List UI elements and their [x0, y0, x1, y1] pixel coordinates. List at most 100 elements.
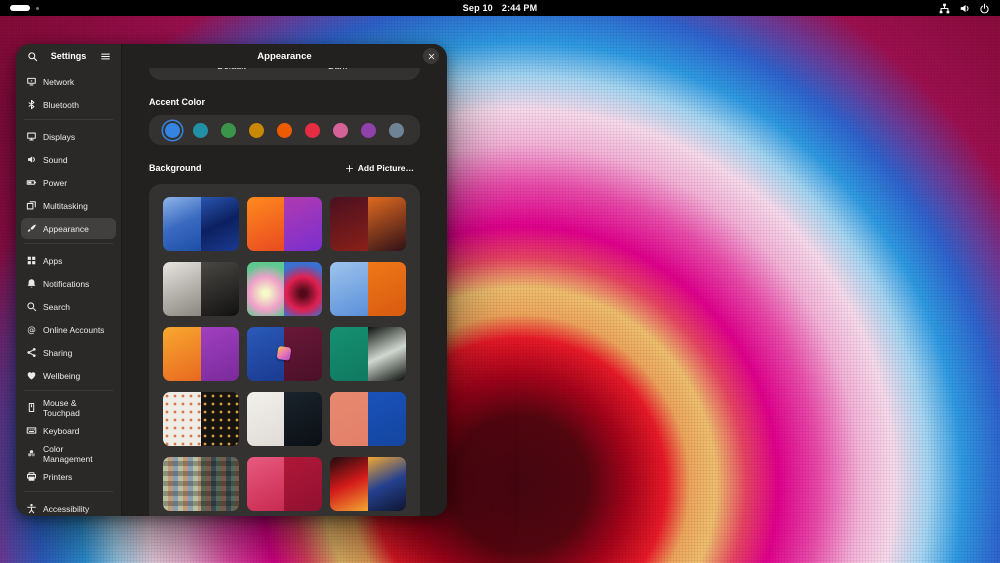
sidebar-item-online-accounts[interactable]: @Online Accounts	[21, 319, 116, 340]
accent-color-swatch-8[interactable]	[389, 123, 404, 138]
light-variant	[247, 262, 285, 316]
sidebar-item-label: Accessibility	[43, 504, 89, 514]
sidebar-item-label: Sound	[43, 155, 68, 165]
sidebar-item-mouse-touchpad[interactable]: Mouse & Touchpad	[21, 397, 116, 418]
power-icon	[26, 177, 37, 188]
accent-color-swatch-2[interactable]	[221, 123, 236, 138]
sidebar-item-sound[interactable]: Sound	[21, 149, 116, 170]
light-variant	[163, 457, 201, 511]
panel-scroll-area[interactable]: Default Dark Accent Color Background Add…	[122, 68, 447, 516]
accent-color-swatch-6[interactable]	[333, 123, 348, 138]
multitasking-icon	[26, 200, 37, 211]
printers-icon	[26, 471, 37, 482]
light-variant	[330, 262, 368, 316]
cube-graphic	[277, 346, 292, 361]
plus-icon	[345, 164, 354, 173]
wallpaper-tile-pixel-rings[interactable]	[247, 262, 323, 316]
bluetooth-icon	[26, 99, 37, 110]
style-option-label: Default	[217, 68, 246, 71]
light-variant	[163, 262, 201, 316]
wallpaper-tile-flat-salmon-blue[interactable]	[330, 392, 406, 446]
sidebar-item-network[interactable]: Network	[21, 71, 116, 92]
search-icon[interactable]	[24, 48, 40, 64]
light-variant	[163, 197, 201, 251]
accent-color-swatch-1[interactable]	[193, 123, 208, 138]
dark-variant	[284, 262, 322, 316]
clock-button[interactable]: Sep 10 2:44 PM	[0, 3, 1000, 13]
wallpaper-tile-cube-blue-maroon[interactable]	[247, 327, 323, 381]
dark-variant	[368, 392, 406, 446]
sidebar-divider	[24, 491, 113, 492]
sidebar-item-keyboard[interactable]: Keyboard	[21, 420, 116, 441]
sidebar-item-displays[interactable]: Displays	[21, 126, 116, 147]
light-variant	[247, 457, 285, 511]
sidebar-item-label: Notifications	[43, 279, 89, 289]
dark-variant	[201, 327, 239, 381]
sidebar-item-notifications[interactable]: Notifications	[21, 273, 116, 294]
sidebar-item-power[interactable]: Power	[21, 172, 116, 193]
sidebar-item-label: Printers	[43, 472, 72, 482]
sidebar-item-wellbeing[interactable]: Wellbeing	[21, 365, 116, 386]
style-option-dark[interactable]: Dark	[293, 68, 383, 71]
dark-variant	[201, 392, 239, 446]
light-variant	[163, 392, 201, 446]
sidebar-title: Settings	[44, 51, 93, 61]
wallpaper-tile-petals-orange-purple[interactable]	[163, 327, 239, 381]
background-label: Background	[149, 163, 202, 173]
wallpaper-tile-drips-blue-orange[interactable]	[330, 262, 406, 316]
accent-color-swatch-3[interactable]	[249, 123, 264, 138]
sidebar-divider	[24, 390, 113, 391]
light-variant	[247, 392, 285, 446]
accent-color-swatch-5[interactable]	[305, 123, 320, 138]
panel-headerbar: Appearance	[122, 44, 447, 68]
sidebar-item-sharing[interactable]: Sharing	[21, 342, 116, 363]
accent-color-swatch-4[interactable]	[277, 123, 292, 138]
sidebar-item-apps[interactable]: Apps	[21, 250, 116, 271]
wallpaper-tile-orange-purple-gradient[interactable]	[247, 197, 323, 251]
dark-variant	[284, 457, 322, 511]
sidebar-item-label: Sharing	[43, 348, 72, 358]
wallpaper-tile-glass-green-dark[interactable]	[330, 327, 406, 381]
sidebar-item-search[interactable]: Search	[21, 296, 116, 317]
sidebar-item-appearance[interactable]: Appearance	[21, 218, 116, 239]
color-icon	[26, 448, 37, 459]
appearance-panel: Appearance Default Dark Accent Color	[122, 44, 447, 516]
wallpaper-tile-confetti-dots[interactable]	[163, 392, 239, 446]
add-picture-button[interactable]: Add Picture…	[339, 160, 420, 176]
wallpaper-tile-geometric-blue[interactable]	[163, 197, 239, 251]
sidebar-item-printers[interactable]: Printers	[21, 466, 116, 487]
accent-color-swatch-0[interactable]	[165, 123, 180, 138]
wallpaper-tile-flame-abstract[interactable]	[330, 457, 406, 511]
dark-variant	[368, 327, 406, 381]
style-option-default[interactable]: Default	[187, 68, 277, 71]
sidebar-header: Settings	[16, 44, 121, 68]
network-icon	[26, 76, 37, 87]
sidebar-item-color-management[interactable]: Color Management	[21, 443, 116, 464]
wallpaper-tile-pink-capsules[interactable]	[247, 457, 323, 511]
dark-variant	[284, 392, 322, 446]
svg-text:@: @	[27, 325, 36, 335]
mouse-icon	[26, 402, 37, 413]
sidebar-divider	[24, 119, 113, 120]
wallpaper-grid	[163, 197, 406, 511]
accent-color-swatch-7[interactable]	[361, 123, 376, 138]
menu-icon[interactable]	[97, 48, 113, 64]
settings-window: Settings NetworkBluetooth Displays Sound Po…	[16, 44, 447, 516]
wallpaper-tile-red-glitch[interactable]	[330, 197, 406, 251]
wallpaper-tile-gray-swirl[interactable]	[163, 262, 239, 316]
sidebar-item-bluetooth[interactable]: Bluetooth	[21, 94, 116, 115]
accent-color-label: Accent Color	[149, 97, 420, 107]
light-variant	[330, 392, 368, 446]
sidebar-item-multitasking[interactable]: Multitasking	[21, 195, 116, 216]
sidebar-item-label: Appearance	[43, 224, 89, 234]
wallpaper-tile-mosaic-pixels[interactable]	[163, 457, 239, 511]
sidebar-item-label: Search	[43, 302, 70, 312]
sidebar-item-accessibility[interactable]: Accessibility	[21, 498, 116, 516]
background-section-header: Background Add Picture…	[149, 160, 420, 176]
wallpaper-tile-metro-map[interactable]	[247, 392, 323, 446]
sidebar-item-label: Mouse & Touchpad	[43, 398, 111, 418]
accessibility-icon	[26, 503, 37, 514]
close-icon[interactable]	[423, 48, 439, 64]
appearance-icon	[26, 223, 37, 234]
notifications-icon	[26, 278, 37, 289]
